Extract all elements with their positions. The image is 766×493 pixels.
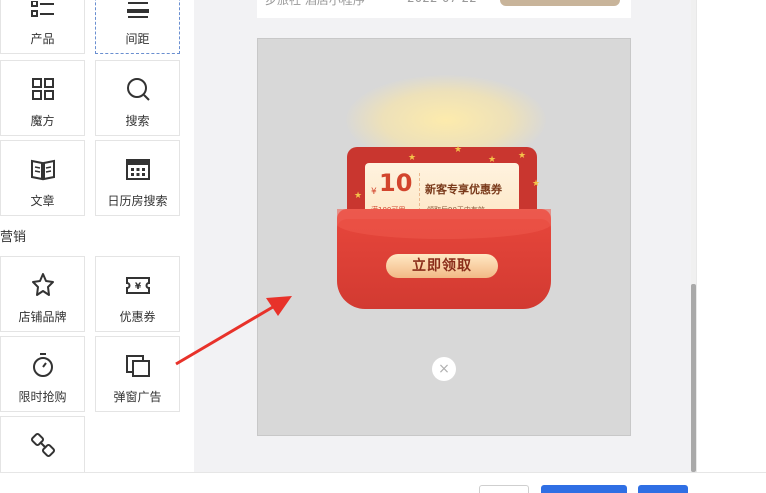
- tile-cube[interactable]: 魔方: [0, 60, 85, 136]
- close-icon[interactable]: ×: [432, 357, 456, 381]
- coupon-amount: 10: [379, 169, 413, 197]
- tile-label: 限时抢购: [18, 390, 67, 404]
- book-icon: [30, 159, 55, 181]
- coupon-divider: [419, 173, 420, 211]
- coupon-icon: ¥: [125, 277, 150, 294]
- editor-page: 产品 间距 魔方 搜索 文章 日历房搜索 营销 店铺品牌 ¥ 优惠券 限时抢购 …: [0, 0, 766, 493]
- svg-text:¥: ¥: [134, 282, 141, 292]
- card-title: 步旅社 酒店小程序: [265, 0, 365, 7]
- publish-button[interactable]: [638, 485, 688, 493]
- tile-search[interactable]: 搜索: [95, 60, 180, 136]
- claim-button[interactable]: 立即领取: [386, 254, 498, 278]
- tile-spacing[interactable]: 间距: [95, 0, 180, 54]
- tile-label: 文章: [30, 194, 55, 208]
- tile-label: 搜索: [125, 114, 150, 128]
- tile-popup-ad[interactable]: 弹窗广告: [95, 336, 180, 412]
- tile-label: 优惠券: [119, 310, 156, 324]
- tile-calendar-search[interactable]: 日历房搜索: [95, 140, 180, 216]
- component-palette: 产品 间距 魔方 搜索 文章 日历房搜索 营销 店铺品牌 ¥ 优惠券 限时抢购 …: [0, 0, 194, 493]
- grid-icon: [31, 78, 54, 100]
- envelope-flap: [337, 209, 551, 239]
- tile-label: 产品: [30, 32, 55, 46]
- card-date: 2022-07-22: [407, 0, 477, 5]
- list-icon: [30, 1, 54, 17]
- tile-label: 间距: [125, 32, 150, 46]
- tile-flash-sale[interactable]: 限时抢购: [0, 336, 85, 412]
- save-button[interactable]: [541, 485, 627, 493]
- link-icon: [30, 432, 55, 458]
- card-thumbnail: [500, 0, 620, 6]
- search-icon: [126, 78, 150, 101]
- tile-store-brand[interactable]: 店铺品牌: [0, 256, 85, 332]
- coupon-title: 新客专享优惠券: [425, 183, 502, 196]
- popup-ad-preview[interactable]: ★ ★ ★ ★ ★ ★ ¥ 10 满100可用 新客专享优惠券 领取后90天内有…: [257, 38, 631, 436]
- tile-product[interactable]: 产品: [0, 0, 85, 54]
- tile-label: 弹窗广告: [113, 390, 162, 404]
- tile-label: 魔方: [30, 114, 55, 128]
- bottom-action-bar: [0, 472, 766, 493]
- cancel-button[interactable]: [479, 485, 529, 493]
- star-badge-icon: [31, 273, 54, 296]
- tile-link[interactable]: [0, 416, 85, 476]
- spacing-icon: [126, 2, 149, 18]
- settings-panel: [696, 0, 766, 472]
- sparkle-icon: ★: [518, 151, 527, 161]
- preview-previous-card: 步旅社 酒店小程序 2022-07-22: [257, 0, 631, 18]
- sparkle-icon: ★: [354, 191, 363, 201]
- group-title-marketing: 营销: [0, 230, 27, 245]
- sparkle-icon: ★: [454, 145, 463, 155]
- tile-article[interactable]: 文章: [0, 140, 85, 216]
- timer-icon: [32, 353, 53, 377]
- tile-label: 日历房搜索: [107, 194, 168, 208]
- sparkle-icon: ★: [532, 179, 541, 189]
- popup-window-icon: [125, 355, 150, 377]
- calendar-icon: [125, 159, 150, 180]
- coupon-currency: ¥: [371, 187, 377, 197]
- tile-label: 店铺品牌: [18, 310, 67, 324]
- tile-coupon[interactable]: ¥ 优惠券: [95, 256, 180, 332]
- sparkle-icon: ★: [408, 153, 417, 163]
